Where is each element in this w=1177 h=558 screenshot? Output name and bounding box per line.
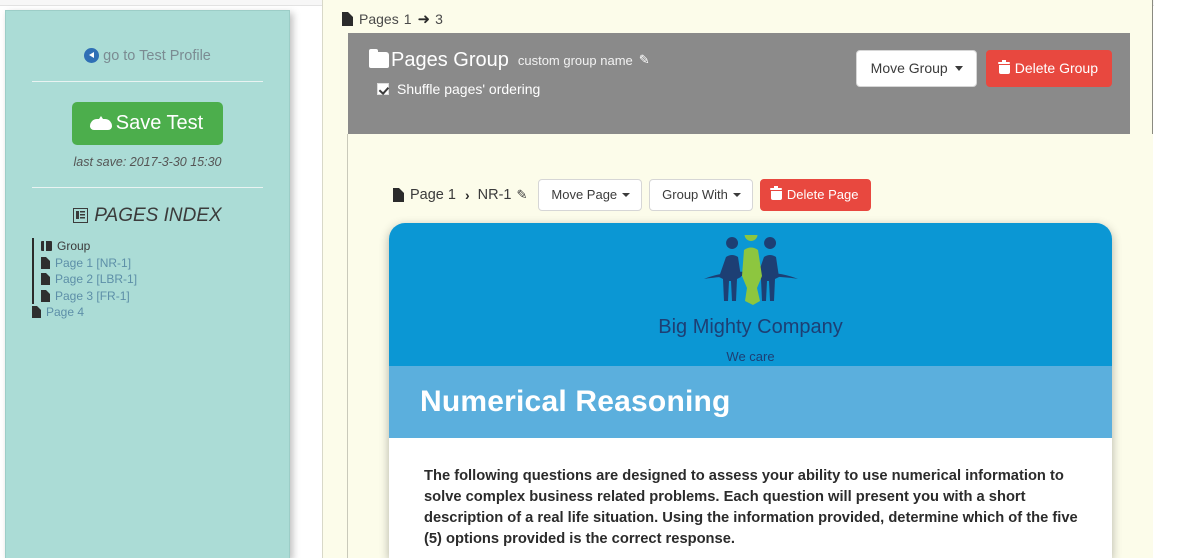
- move-group-label: Move Group: [870, 60, 948, 76]
- file-icon: [32, 306, 41, 319]
- group-title: Pages Group: [391, 49, 509, 71]
- breadcrumb: Pages 1 ➜ 3: [323, 0, 1152, 27]
- delete-group-button[interactable]: Delete Group: [985, 50, 1112, 87]
- folder-icon: [41, 241, 52, 252]
- company-name: Big Mighty Company: [658, 316, 843, 338]
- card-section-band: Numerical Reasoning: [389, 366, 1112, 438]
- tree-ungrouped-block: Page 4: [32, 304, 289, 321]
- card-logo-header: Big Mighty Company We care: [389, 223, 1112, 366]
- delete-page-label: Delete Page: [786, 187, 859, 202]
- go-to-test-profile-link[interactable]: go to Test Profile: [6, 11, 289, 64]
- tree-group-block: Group Page 1 [NR-1] Page 2 [LBR-1] Page …: [32, 238, 289, 304]
- pages-icon: [342, 12, 353, 26]
- tree-item-page-3[interactable]: Page 3 [FR-1]: [41, 288, 289, 305]
- group-with-button[interactable]: Group With: [649, 179, 753, 211]
- save-test-area: Save Test: [6, 102, 289, 145]
- file-icon: [41, 273, 50, 286]
- go-to-test-profile-label: go to Test Profile: [103, 48, 211, 64]
- sidebar: go to Test Profile Save Test last save: …: [5, 10, 290, 558]
- tree-item-label: Group: [57, 239, 91, 254]
- breadcrumb-to: 3: [435, 11, 443, 27]
- pages-index-label: PAGES INDEX: [94, 205, 222, 226]
- file-icon: [41, 289, 50, 302]
- chevron-right-icon: ›: [464, 187, 470, 203]
- trash-icon: [998, 60, 1011, 74]
- shuffle-pages-label: Shuffle pages' ordering: [397, 81, 541, 97]
- chevron-down-icon: [622, 193, 631, 197]
- group-actions: Move Group Delete Group: [855, 50, 1112, 87]
- tree-item-page-2[interactable]: Page 2 [LBR-1]: [41, 271, 289, 288]
- move-group-button[interactable]: Move Group: [855, 50, 977, 87]
- group-subtitle: custom group name: [517, 52, 633, 68]
- pages-index-heading: PAGES INDEX: [6, 205, 289, 227]
- page-toolbar: Page 1 › NR-1 ✎ Move Page Group With Del…: [348, 134, 1153, 211]
- test-page-preview-card[interactable]: Big Mighty Company We care Numerical Rea…: [389, 223, 1112, 558]
- file-icon: [393, 188, 404, 202]
- group-with-label: Group With: [662, 187, 728, 202]
- app-root: go to Test Profile Save Test last save: …: [0, 0, 1177, 558]
- tree-item-page-4[interactable]: Page 4: [32, 304, 289, 321]
- card-body-text: The following questions are designed to …: [424, 468, 1078, 547]
- shuffle-pages-checkbox[interactable]: [377, 83, 389, 95]
- last-save-timestamp: last save: 2017-3-30 15:30: [73, 155, 222, 169]
- company-logo-icon: [703, 235, 798, 305]
- breadcrumb-label: Pages: [359, 11, 399, 27]
- move-page-label: Move Page: [551, 187, 618, 202]
- pencil-icon[interactable]: ✎: [516, 187, 527, 203]
- circle-left-arrow-icon: [84, 48, 100, 63]
- chevron-down-icon: [732, 193, 741, 197]
- tree-item-label: Page 2 [LBR-1]: [55, 272, 138, 287]
- pencil-icon[interactable]: ✎: [639, 52, 650, 68]
- delete-group-label: Delete Group: [1014, 60, 1098, 76]
- move-page-button[interactable]: Move Page: [538, 179, 643, 211]
- trash-icon: [770, 186, 783, 200]
- company-tagline: We care: [726, 349, 775, 364]
- card-body: The following questions are designed to …: [389, 438, 1112, 550]
- group-header: Pages Group custom group name ✎ Shuffle …: [348, 33, 1130, 134]
- delete-page-button[interactable]: Delete Page: [759, 179, 872, 211]
- arrow-right-icon: ➜: [417, 10, 431, 28]
- tree-item-label: Page 4: [46, 305, 85, 320]
- sidebar-divider-bottom: [32, 187, 263, 188]
- save-test-button[interactable]: Save Test: [71, 102, 224, 145]
- sidebar-divider-top: [32, 81, 263, 82]
- list-icon: [73, 208, 89, 223]
- save-test-label: Save Test: [115, 112, 204, 134]
- page-code: NR-1: [477, 187, 512, 203]
- card-section-title: Numerical Reasoning: [420, 385, 731, 418]
- page-label: Page 1: [410, 187, 456, 203]
- right-outer-strip: [1154, 0, 1177, 558]
- file-icon: [41, 256, 50, 269]
- tree-item-label: Page 1 [NR-1]: [55, 255, 132, 270]
- folder-icon: [369, 49, 389, 68]
- cloud-upload-icon: [89, 115, 112, 131]
- tree-item-page-1[interactable]: Page 1 [NR-1]: [41, 255, 289, 272]
- tree-item-label: Page 3 [FR-1]: [55, 288, 130, 303]
- chevron-down-icon: [954, 66, 963, 71]
- tree-item-group[interactable]: Group: [41, 238, 289, 255]
- breadcrumb-from: 1: [403, 11, 412, 27]
- pages-index-tree: Group Page 1 [NR-1] Page 2 [LBR-1] Page …: [6, 238, 289, 321]
